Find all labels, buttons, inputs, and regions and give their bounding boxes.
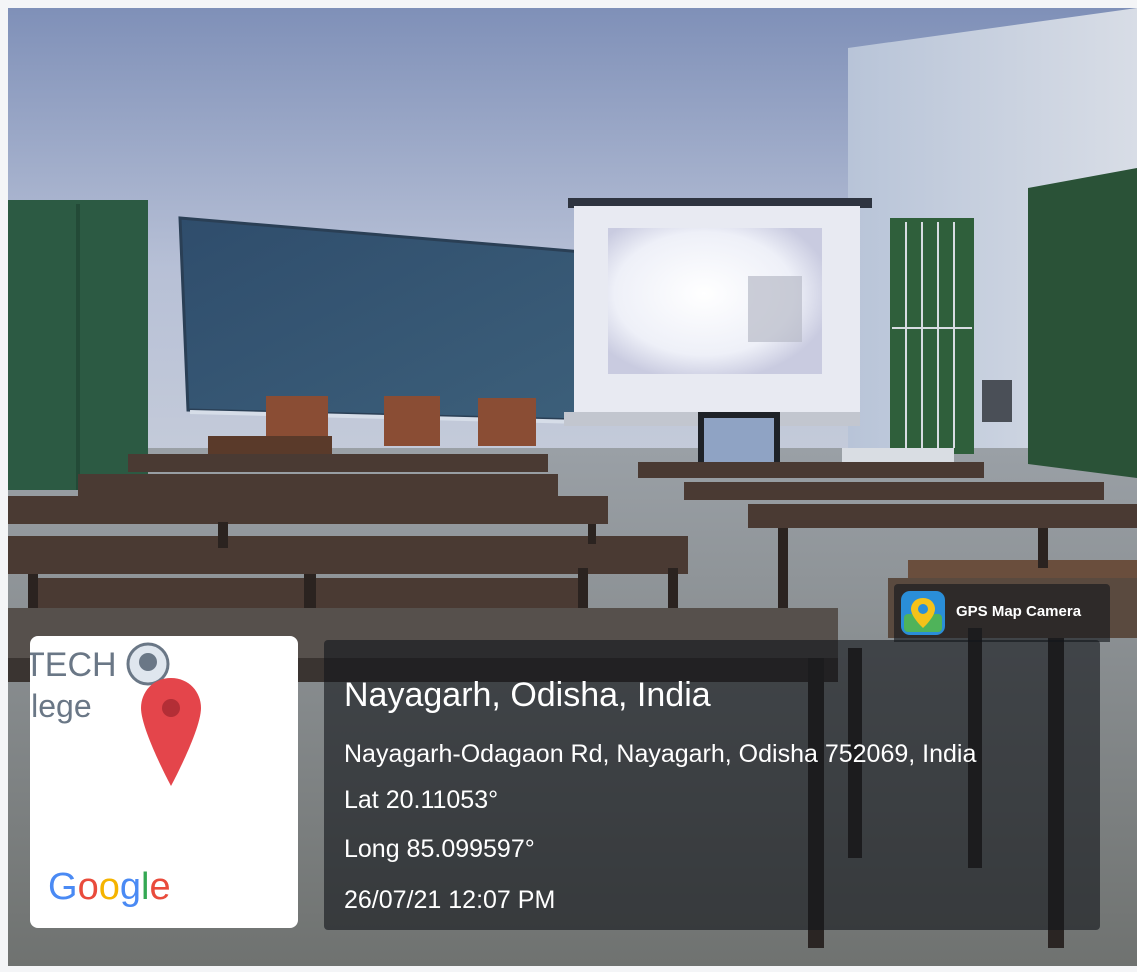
gps-map-camera-badge: GPS Map Camera	[894, 584, 1110, 642]
longitude-label: Long 85.099597°	[344, 835, 535, 863]
map-thumbnail: TECH llege Google	[30, 636, 298, 928]
app-name-label: GPS Map Camera	[956, 603, 1082, 620]
google-wordmark: Google	[48, 866, 171, 908]
location-info-panel: Nayagarh, Odisha, India Nayagarh-Odagaon…	[324, 640, 1100, 930]
latitude-label: Lat 20.11053°	[344, 786, 499, 814]
map-pin-icon	[141, 678, 201, 786]
map-label-line2: llege	[30, 688, 92, 724]
map-label-line1: TECH	[30, 646, 117, 684]
datetime-label: 26/07/21 12:07 PM	[344, 886, 556, 914]
city-label: Nayagarh, Odisha, India	[344, 676, 711, 714]
map-pin-app-icon	[901, 591, 945, 635]
address-label: Nayagarh-Odagaon Rd, Nayagarh, Odisha 75…	[344, 740, 977, 768]
google-logo: Google	[48, 866, 171, 909]
